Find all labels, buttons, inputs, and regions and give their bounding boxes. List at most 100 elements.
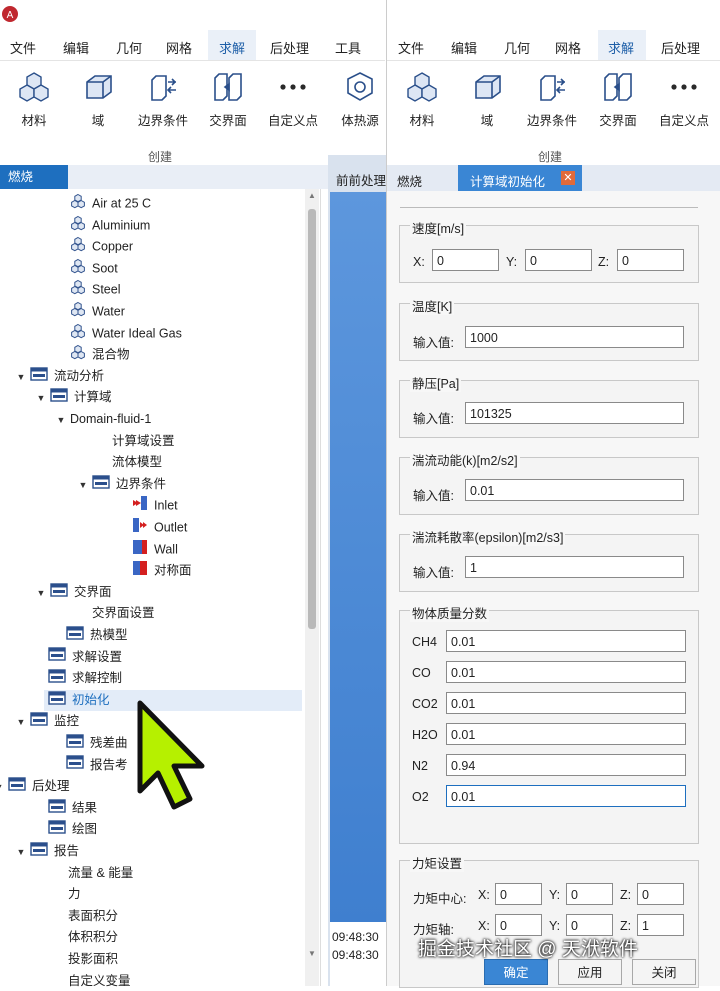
- velocity-y-input[interactable]: 0: [525, 249, 592, 271]
- tab-domain-init[interactable]: 计算域初始化 ✕: [458, 165, 582, 191]
- tree-item[interactable]: 求解设置: [48, 647, 122, 667]
- tree-item[interactable]: ▼ 报告: [17, 841, 79, 861]
- tke-input[interactable]: 0.01: [465, 479, 684, 501]
- ribbon-materials-button[interactable]: 材料: [392, 70, 452, 129]
- ribbon-heat-source-button[interactable]: 体热源: [333, 70, 387, 129]
- tree-item[interactable]: 自定义变量: [68, 971, 131, 991]
- tree-item-label: 后处理: [32, 779, 70, 794]
- epsilon-input[interactable]: 1: [465, 556, 684, 578]
- moment-center-x[interactable]: 0: [495, 883, 542, 905]
- moment-center-y[interactable]: 0: [566, 883, 613, 905]
- tree-item[interactable]: Water Ideal Gas: [70, 323, 182, 343]
- tree-item[interactable]: 求解控制: [48, 668, 122, 688]
- tree-item[interactable]: 流量 & 能量: [68, 863, 133, 883]
- expand-arrow-icon[interactable]: ▼: [54, 410, 68, 430]
- expand-arrow-icon[interactable]: ▼: [76, 475, 90, 495]
- moment-axis-y[interactable]: 0: [566, 914, 613, 936]
- menu-edit[interactable]: 编辑: [63, 38, 89, 57]
- tree-item[interactable]: Water: [70, 301, 125, 321]
- tree-item[interactable]: ▼ 计算域: [37, 387, 112, 407]
- ribbon-custom-point-button[interactable]: 自定义点: [263, 70, 323, 129]
- species-input[interactable]: 0.01: [446, 661, 686, 683]
- moment-axis-z[interactable]: 1: [637, 914, 684, 936]
- menu-solve[interactable]: 求解: [608, 38, 634, 57]
- expand-arrow-icon[interactable]: ▼: [14, 712, 28, 732]
- tree-item[interactable]: 流体模型: [112, 452, 162, 472]
- menu-tools[interactable]: 工具: [335, 38, 361, 57]
- temperature-input[interactable]: 1000: [465, 326, 684, 348]
- tree-item[interactable]: Outlet: [132, 517, 187, 537]
- tree-item[interactable]: 对称面: [132, 560, 192, 580]
- tab-combustion[interactable]: 燃烧: [397, 171, 422, 190]
- expand-arrow-icon[interactable]: ▼: [0, 777, 6, 797]
- menu-mesh[interactable]: 网格: [166, 38, 192, 57]
- ok-button[interactable]: 确定: [484, 959, 548, 985]
- tree-item[interactable]: Steel: [70, 279, 121, 299]
- scrollbar-thumb[interactable]: [308, 209, 316, 629]
- expand-arrow-icon[interactable]: ▼: [14, 367, 28, 387]
- tree-item[interactable]: Aluminium: [70, 215, 150, 235]
- menu-geometry[interactable]: 几何: [116, 38, 142, 57]
- ribbon-interface-button[interactable]: 交界面: [198, 70, 258, 129]
- tree-item[interactable]: Inlet: [132, 495, 178, 515]
- tree-item[interactable]: ▼ 流动分析: [17, 366, 104, 386]
- tree-item[interactable]: Air at 25 C: [70, 193, 151, 213]
- tree-item[interactable]: ▼ 监控: [17, 711, 79, 731]
- tree-item[interactable]: 计算域设置: [112, 431, 175, 451]
- scrollbar-down-icon[interactable]: ▼: [308, 949, 316, 958]
- scrollbar-up-icon[interactable]: ▲: [308, 191, 316, 200]
- tree-item[interactable]: ▼ Domain-fluid-1: [57, 409, 152, 429]
- tree-item[interactable]: 体积积分: [68, 927, 118, 947]
- ribbon-interface-button[interactable]: 交界面: [588, 70, 648, 129]
- menu-file[interactable]: 文件: [10, 38, 36, 57]
- ribbon-domain-button[interactable]: 域: [457, 70, 517, 129]
- menu-geometry[interactable]: 几何: [504, 38, 530, 57]
- tree-item[interactable]: 混合物: [70, 344, 130, 364]
- moment-axis-x[interactable]: 0: [495, 914, 542, 936]
- tree-item[interactable]: Copper: [70, 236, 133, 256]
- left-panel-tab[interactable]: 燃烧: [0, 165, 68, 189]
- menu-edit[interactable]: 编辑: [451, 38, 477, 57]
- tree-item[interactable]: ▼ 边界条件: [79, 474, 166, 494]
- menu-postprocess[interactable]: 后处理: [270, 38, 309, 57]
- middle-tab[interactable]: 前前处理: [336, 170, 386, 189]
- close-icon[interactable]: ✕: [561, 171, 575, 185]
- tree-item[interactable]: Soot: [70, 258, 118, 278]
- tree-scrollbar[interactable]: ▲ ▼: [305, 189, 319, 986]
- velocity-z-input[interactable]: 0: [617, 249, 684, 271]
- expand-arrow-icon[interactable]: ▼: [34, 388, 48, 408]
- species-input-active[interactable]: 0.01: [446, 785, 686, 807]
- ribbon-boundary-button[interactable]: 边界条件: [133, 70, 193, 129]
- tree-item[interactable]: 初始化: [48, 690, 110, 710]
- species-input[interactable]: 0.01: [446, 692, 686, 714]
- ribbon-materials-button[interactable]: 材料: [4, 70, 64, 129]
- species-input[interactable]: 0.01: [446, 723, 686, 745]
- expand-arrow-icon[interactable]: ▼: [34, 583, 48, 603]
- tree-item[interactable]: 交界面设置: [92, 603, 155, 623]
- tree-item[interactable]: 表面积分: [68, 906, 118, 926]
- ribbon-domain-button[interactable]: 域: [68, 70, 128, 129]
- tree-item[interactable]: 结果: [48, 798, 97, 818]
- tree-item[interactable]: ▼ 后处理: [0, 776, 70, 796]
- graphics-area[interactable]: [330, 192, 386, 922]
- expand-arrow-icon[interactable]: ▼: [14, 842, 28, 862]
- ribbon-boundary-button[interactable]: 边界条件: [522, 70, 582, 129]
- apply-button[interactable]: 应用: [558, 959, 622, 985]
- tree-item[interactable]: 绘图: [48, 819, 97, 839]
- tree-item[interactable]: ▼ 交界面: [37, 582, 112, 602]
- menu-mesh[interactable]: 网格: [555, 38, 581, 57]
- tree-item[interactable]: Wall: [132, 539, 178, 559]
- tree-item[interactable]: 热模型: [66, 625, 128, 645]
- velocity-x-input[interactable]: 0: [432, 249, 499, 271]
- moment-center-z[interactable]: 0: [637, 883, 684, 905]
- species-input[interactable]: 0.94: [446, 754, 686, 776]
- close-button[interactable]: 关闭: [632, 959, 696, 985]
- tree-item[interactable]: 投影面积: [68, 949, 118, 969]
- pressure-input[interactable]: 101325: [465, 402, 684, 424]
- menu-postprocess[interactable]: 后处理: [661, 38, 700, 57]
- tree-item[interactable]: 力: [68, 884, 81, 904]
- species-input[interactable]: 0.01: [446, 630, 686, 652]
- menu-file[interactable]: 文件: [398, 38, 424, 57]
- menu-solve[interactable]: 求解: [219, 38, 245, 57]
- ribbon-custom-point-button[interactable]: 自定义点: [654, 70, 714, 129]
